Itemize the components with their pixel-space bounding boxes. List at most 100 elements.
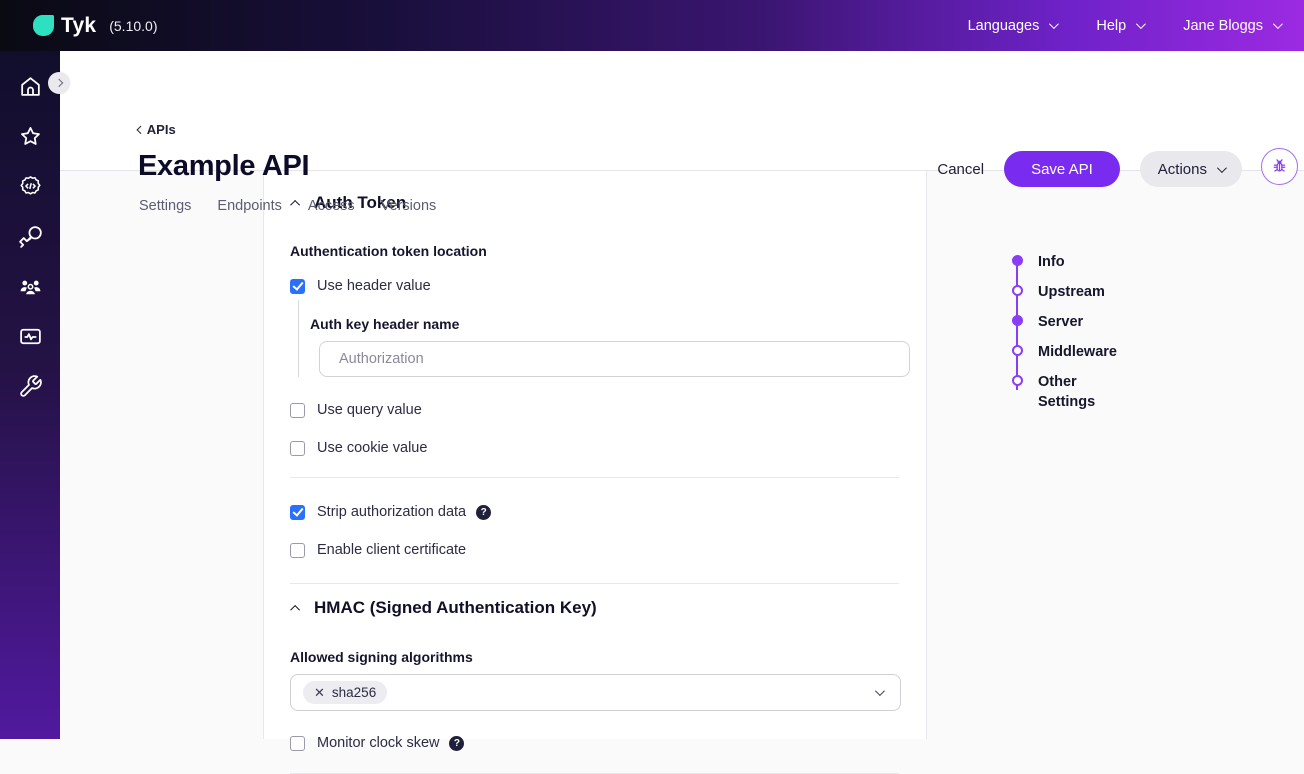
page-title: Example API [138,150,309,183]
client-cert-label: Enable client certificate [317,542,466,558]
chevron-up-icon [290,604,300,614]
nav-item-middleware[interactable]: Middleware [1012,345,1114,362]
tyk-logo[interactable]: Tyk (5.10.0) [33,14,157,38]
header-actions: Cancel Save API Actions [937,151,1286,187]
algorithm-tag: ✕ sha256 [303,681,387,704]
activity-icon [18,324,43,349]
tab-access[interactable]: Access [308,198,355,220]
auth-key-header-group: Auth key header name [298,300,899,377]
remove-tag-icon[interactable]: ✕ [314,686,325,699]
signing-algorithms-select[interactable]: ✕ sha256 [290,674,901,711]
chevron-down-icon [1273,19,1283,29]
timeline-dot [1012,345,1023,356]
timeline-dot [1012,285,1023,296]
sidebar-item-activity[interactable] [0,311,60,361]
chevron-left-icon [137,125,145,133]
user-menu[interactable]: Jane Bloggs [1183,18,1280,34]
tab-endpoints[interactable]: Endpoints [217,198,282,220]
nav-item-label: Info [1038,252,1114,272]
left-sidebar [0,51,60,739]
use-cookie-checkbox[interactable] [290,441,305,456]
chevron-down-icon [1049,19,1059,29]
auth-key-header-input[interactable] [319,341,910,377]
version-label: (5.10.0) [109,18,157,34]
chevron-down-icon [875,686,885,696]
algorithm-tag-label: sha256 [332,685,376,700]
client-cert-checkbox-row[interactable]: Enable client certificate [290,542,899,558]
nav-item-label: Middleware [1038,342,1114,362]
bug-icon [1270,157,1289,176]
monitor-clock-skew-checkbox-row[interactable]: Monitor clock skew ? [290,735,899,751]
user-name-label: Jane Bloggs [1183,18,1263,34]
timeline-dot [1012,255,1023,266]
topbar: Tyk (5.10.0) Languages Help Jane Bloggs [0,0,1304,51]
chevron-right-icon [55,79,63,87]
cancel-button[interactable]: Cancel [937,161,984,178]
languages-label: Languages [968,18,1040,34]
help-icon[interactable]: ? [476,505,491,520]
actions-label: Actions [1158,161,1207,178]
home-icon [18,74,43,99]
hmac-section-header[interactable]: HMAC (Signed Authentication Key) [290,588,899,626]
use-header-checkbox[interactable] [290,279,305,294]
chevron-down-icon [1136,19,1146,29]
settings-card: Auth Token Authentication token location… [263,171,927,739]
help-menu[interactable]: Help [1096,18,1143,34]
monitor-clock-skew-label: Monitor clock skew [317,735,439,751]
languages-menu[interactable]: Languages [968,18,1057,34]
breadcrumb-label: APIs [147,122,176,137]
sidebar-item-apis[interactable] [0,161,60,211]
chevron-down-icon [1217,163,1227,173]
topbar-menus: Languages Help Jane Bloggs [968,18,1280,34]
debug-report-button[interactable] [1261,148,1298,185]
users-icon [18,274,43,299]
strip-auth-label: Strip authorization data [317,504,466,520]
section-auth-options: Strip authorization data ? Enable client… [264,504,926,584]
auth-key-header-label: Auth key header name [310,316,899,332]
sidebar-item-tools[interactable] [0,361,60,411]
help-label: Help [1096,18,1126,34]
nav-item-label: Upstream [1038,282,1114,302]
tab-bar: Settings Endpoints Access Versions [139,198,436,220]
tab-settings[interactable]: Settings [139,198,191,220]
token-location-label: Authentication token location [290,243,899,259]
save-api-button[interactable]: Save API [1004,151,1120,187]
content-area: Auth Token Authentication token location… [60,171,1304,739]
brand-name: Tyk [61,14,96,38]
page-header: APIs Example API Settings Endpoints Acce… [60,51,1304,171]
nav-item-info[interactable]: Info [1012,255,1114,272]
strip-auth-checkbox-row[interactable]: Strip authorization data ? [290,504,899,520]
use-query-label: Use query value [317,402,422,418]
sidebar-item-favorites[interactable] [0,111,60,161]
tab-versions[interactable]: Versions [381,198,437,220]
timeline-dot [1012,315,1023,326]
section-divider [290,477,899,478]
sidebar-item-keys[interactable] [0,211,60,261]
hmac-title: HMAC (Signed Authentication Key) [314,598,597,618]
use-header-checkbox-row[interactable]: Use header value [290,278,899,294]
use-query-checkbox[interactable] [290,403,305,418]
use-query-checkbox-row[interactable]: Use query value [290,402,899,418]
api-gear-icon [18,174,43,199]
signing-algorithms-label: Allowed signing algorithms [290,649,899,665]
help-icon[interactable]: ? [449,736,464,751]
breadcrumb[interactable]: APIs [138,122,176,137]
sidebar-collapse-button[interactable] [48,72,70,94]
monitor-clock-skew-checkbox[interactable] [290,736,305,751]
nav-item-other-settings[interactable]: Other Settings [1012,375,1114,412]
nav-item-label: Server [1038,312,1114,332]
nav-item-label: Other Settings [1038,372,1114,412]
strip-auth-checkbox[interactable] [290,505,305,520]
section-hmac: HMAC (Signed Authentication Key) Allowed… [264,584,926,774]
use-cookie-checkbox-row[interactable]: Use cookie value [290,440,899,456]
client-cert-checkbox[interactable] [290,543,305,558]
nav-item-upstream[interactable]: Upstream [1012,285,1114,302]
sidebar-item-users[interactable] [0,261,60,311]
use-header-label: Use header value [317,278,431,294]
nav-item-server[interactable]: Server [1012,315,1114,332]
timeline-dot [1012,375,1023,386]
tools-icon [18,374,43,399]
use-cookie-label: Use cookie value [317,440,427,456]
key-icon [18,224,43,249]
actions-button[interactable]: Actions [1140,151,1242,187]
